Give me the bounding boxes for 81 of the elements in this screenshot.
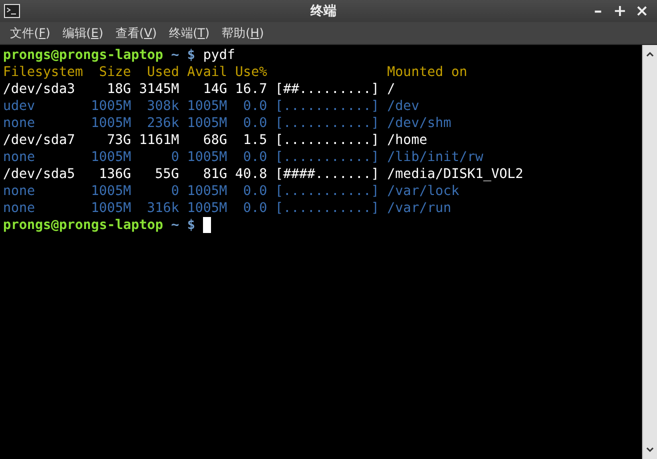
table-cell: 1005M: [91, 200, 132, 217]
column-header: Size: [98, 64, 132, 81]
table-cell-text: 136G: [98, 166, 132, 183]
table-cell: 1005M: [91, 115, 132, 132]
table-cell-text: /dev/sda3: [3, 81, 76, 98]
table-cell-text: none: [3, 115, 36, 132]
scroll-down-icon[interactable]: [645, 445, 655, 455]
table-cell-text: none: [3, 200, 36, 217]
table-cell-text: 0.0: [242, 149, 268, 166]
column-header: Use%: [235, 64, 268, 81]
table-cell-text: 316k: [146, 200, 180, 217]
table-cell: 3145M: [139, 81, 180, 98]
text-cursor: [203, 217, 212, 233]
table-cell-text: 0: [170, 149, 180, 166]
menu-item[interactable]: 帮助(H): [216, 23, 270, 43]
table-cell: 1005M: [187, 149, 228, 166]
table-cell-text: /var/lock: [387, 183, 460, 200]
table-cell-text: none: [3, 183, 36, 200]
table-cell: 1005M: [91, 183, 132, 200]
menu-item[interactable]: 编辑(E): [56, 23, 110, 43]
prompt-path: ~ $: [171, 217, 196, 234]
table-cell-text: 14G: [202, 81, 228, 98]
table-cell-text: /dev: [387, 98, 420, 115]
table-cell-text: 0.0: [242, 98, 268, 115]
table-cell-text: 81G: [202, 166, 228, 183]
table-cell-text: none: [3, 149, 36, 166]
scrollbar[interactable]: [642, 45, 657, 459]
table-cell-text: /dev/shm: [387, 115, 452, 132]
menu-item[interactable]: 文件(F): [4, 23, 56, 43]
terminal-icon: [4, 4, 20, 18]
table-cell-text: /home: [387, 132, 428, 149]
table-cell: 1005M: [91, 98, 132, 115]
window-title: 终端: [309, 3, 338, 20]
table-cell: 1005M: [187, 115, 228, 132]
table-cell-text: /dev/sda7: [3, 132, 76, 149]
close-button[interactable]: ×: [631, 1, 653, 21]
prompt-user-host: prongs@prongs-laptop: [3, 217, 164, 234]
table-cell: 40.8: [235, 166, 268, 183]
column-header: Mounted on: [387, 64, 468, 81]
usage-bar-text: [...........]: [275, 200, 380, 217]
usage-bar-text: [...........]: [275, 149, 380, 166]
table-cell-text: 308k: [146, 98, 180, 115]
column-header: Filesystem: [3, 64, 84, 81]
table-cell: 16.7: [235, 81, 268, 98]
table-cell: 1005M: [187, 183, 228, 200]
table-cell-text: 0.0: [242, 183, 268, 200]
table-cell-text: /var/run: [387, 200, 452, 217]
table-cell-text: /: [387, 81, 396, 98]
table-cell-text: 1.5: [242, 132, 268, 149]
table-cell-text: 0.0: [242, 115, 268, 132]
usage-bar-text: [...........]: [275, 115, 380, 132]
table-cell: 1005M: [187, 98, 228, 115]
table-cell: 1005M: [187, 200, 228, 217]
prompt-path: ~ $: [171, 47, 196, 64]
menu-item[interactable]: 查看(V): [109, 23, 163, 43]
command-text: pydf: [203, 47, 236, 64]
table-cell: 1161M: [139, 132, 180, 149]
table-cell-text: 236k: [146, 115, 180, 132]
maximize-button[interactable]: +: [609, 1, 631, 21]
table-cell-text: udev: [3, 98, 36, 115]
column-header: Used: [146, 64, 180, 81]
usage-bar-text: [####.......]: [275, 166, 380, 183]
menu-item[interactable]: 终端(T): [162, 23, 216, 43]
table-cell-text: /dev/sda5: [3, 166, 76, 183]
table-cell: 1005M: [91, 149, 132, 166]
scroll-up-icon[interactable]: [645, 49, 655, 59]
usage-bar-text: [...........]: [275, 183, 380, 200]
table-cell-text: 18G: [106, 81, 132, 98]
table-cell-text: 55G: [154, 166, 180, 183]
table-cell-text: 0.0: [242, 200, 268, 217]
table-cell-text: /lib/init/rw: [387, 149, 484, 166]
table-cell-text: 68G: [202, 132, 228, 149]
usage-bar-text: [##.........]: [275, 81, 380, 98]
table-cell-text: 0: [170, 183, 180, 200]
table-cell-text: /media/DISK1_VOL2: [387, 166, 524, 183]
minimize-button[interactable]: –: [587, 1, 609, 21]
column-header: Avail: [187, 64, 228, 81]
prompt-user-host: prongs@prongs-laptop: [3, 47, 164, 64]
usage-bar-text: [...........]: [275, 98, 380, 115]
usage-bar-text: [...........]: [275, 132, 380, 149]
table-cell-text: 73G: [106, 132, 132, 149]
